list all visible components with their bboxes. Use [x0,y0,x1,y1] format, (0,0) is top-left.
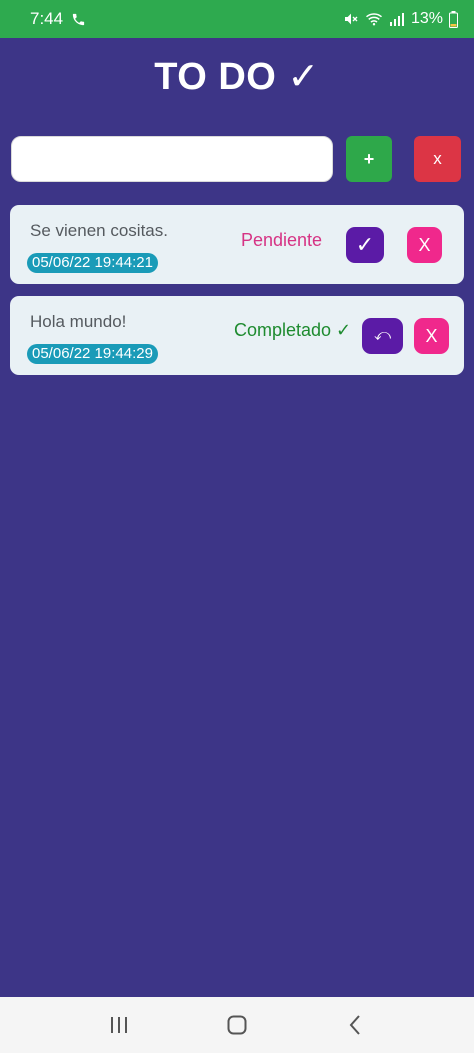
signal-icon [389,11,405,27]
status-right: 13% [343,10,458,28]
system-nav-bar [0,997,474,1053]
clear-input-button[interactable]: x [414,136,461,182]
task-date-badge: 05/06/22 19:44:29 [27,344,158,364]
back-button[interactable] [335,1005,375,1045]
task-date-badge: 05/06/22 19:44:21 [27,253,158,273]
home-button[interactable] [217,1005,257,1045]
task-input[interactable] [11,136,333,182]
status-bar: 7:44 13% [0,0,474,38]
task-status-completed: Completado ✓ [234,320,352,340]
status-time: 7:44 [30,9,64,28]
recent-apps-button[interactable] [99,1005,139,1045]
complete-task-button[interactable]: ✓ [346,227,384,263]
wifi-icon [365,11,383,27]
add-task-button[interactable]: + [346,136,392,182]
task-card: Hola mundo! 05/06/22 19:44:29 Completado… [10,296,464,375]
task-text: Se vienen cositas. [30,221,168,240]
task-card: Se vienen cositas. 05/06/22 19:44:21 Pen… [10,205,464,284]
delete-task-button[interactable]: X [407,227,442,263]
home-icon [227,1015,247,1035]
battery-icon [449,10,458,28]
undo-task-button[interactable]: ⤺ [362,318,403,354]
delete-task-button[interactable]: X [414,318,449,354]
status-left: 7:44 [30,9,86,29]
back-icon [349,1015,360,1035]
battery-percent: 13% [410,10,443,27]
phone-call-icon [71,12,86,27]
mute-icon [343,11,359,27]
task-text: Hola mundo! [30,312,127,331]
page-title: TO DO ✓ [154,56,320,98]
task-status-pending: Pendiente [241,230,323,250]
recent-apps-icon [111,1017,127,1033]
